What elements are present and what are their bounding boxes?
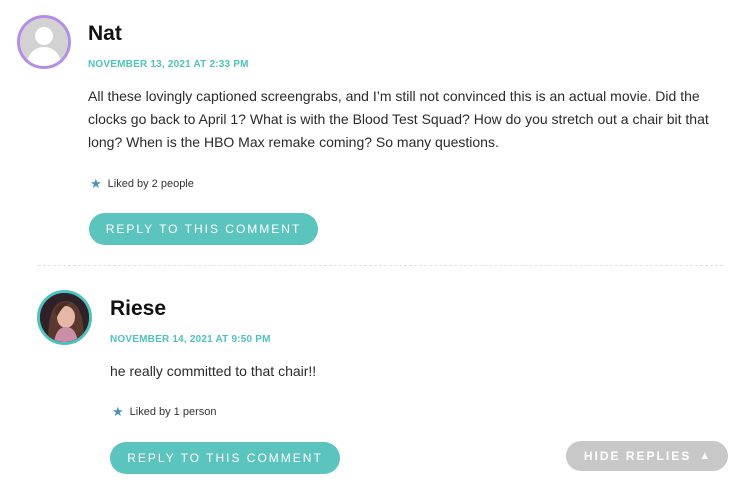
- hide-replies-label: HIDE REPLIES: [583, 449, 692, 463]
- triangle-up-icon: ▲: [699, 450, 711, 462]
- avatar-riese[interactable]: [37, 290, 92, 345]
- avatar-nat[interactable]: [17, 15, 71, 69]
- comment-divider: [38, 265, 723, 266]
- comment-author[interactable]: Riese: [110, 297, 166, 321]
- likes-count: Liked by 2 people: [107, 177, 194, 190]
- likes-row: ★ Liked by 1 person: [112, 405, 217, 418]
- star-icon: ★: [112, 404, 124, 419]
- star-icon: ★: [90, 176, 102, 191]
- comment-date[interactable]: NOVEMBER 14, 2021 AT 9:50 PM: [110, 334, 271, 345]
- reply-button[interactable]: REPLY TO THIS COMMENT: [89, 213, 318, 245]
- hide-replies-button[interactable]: HIDE REPLIES ▲: [566, 441, 728, 471]
- comment-author[interactable]: Nat: [88, 22, 122, 46]
- user-photo-icon: [40, 293, 89, 342]
- comment-text: All these lovingly captioned screengrabs…: [88, 88, 709, 150]
- comment-text: he really committed to that chair!!: [110, 363, 317, 379]
- likes-count: Liked by 1 person: [129, 405, 217, 418]
- default-user-icon: [20, 18, 68, 66]
- reply-button[interactable]: REPLY TO THIS COMMENT: [110, 442, 340, 474]
- comment-date[interactable]: NOVEMBER 13, 2021 AT 2:33 PM: [88, 59, 249, 70]
- likes-row: ★ Liked by 2 people: [90, 177, 194, 190]
